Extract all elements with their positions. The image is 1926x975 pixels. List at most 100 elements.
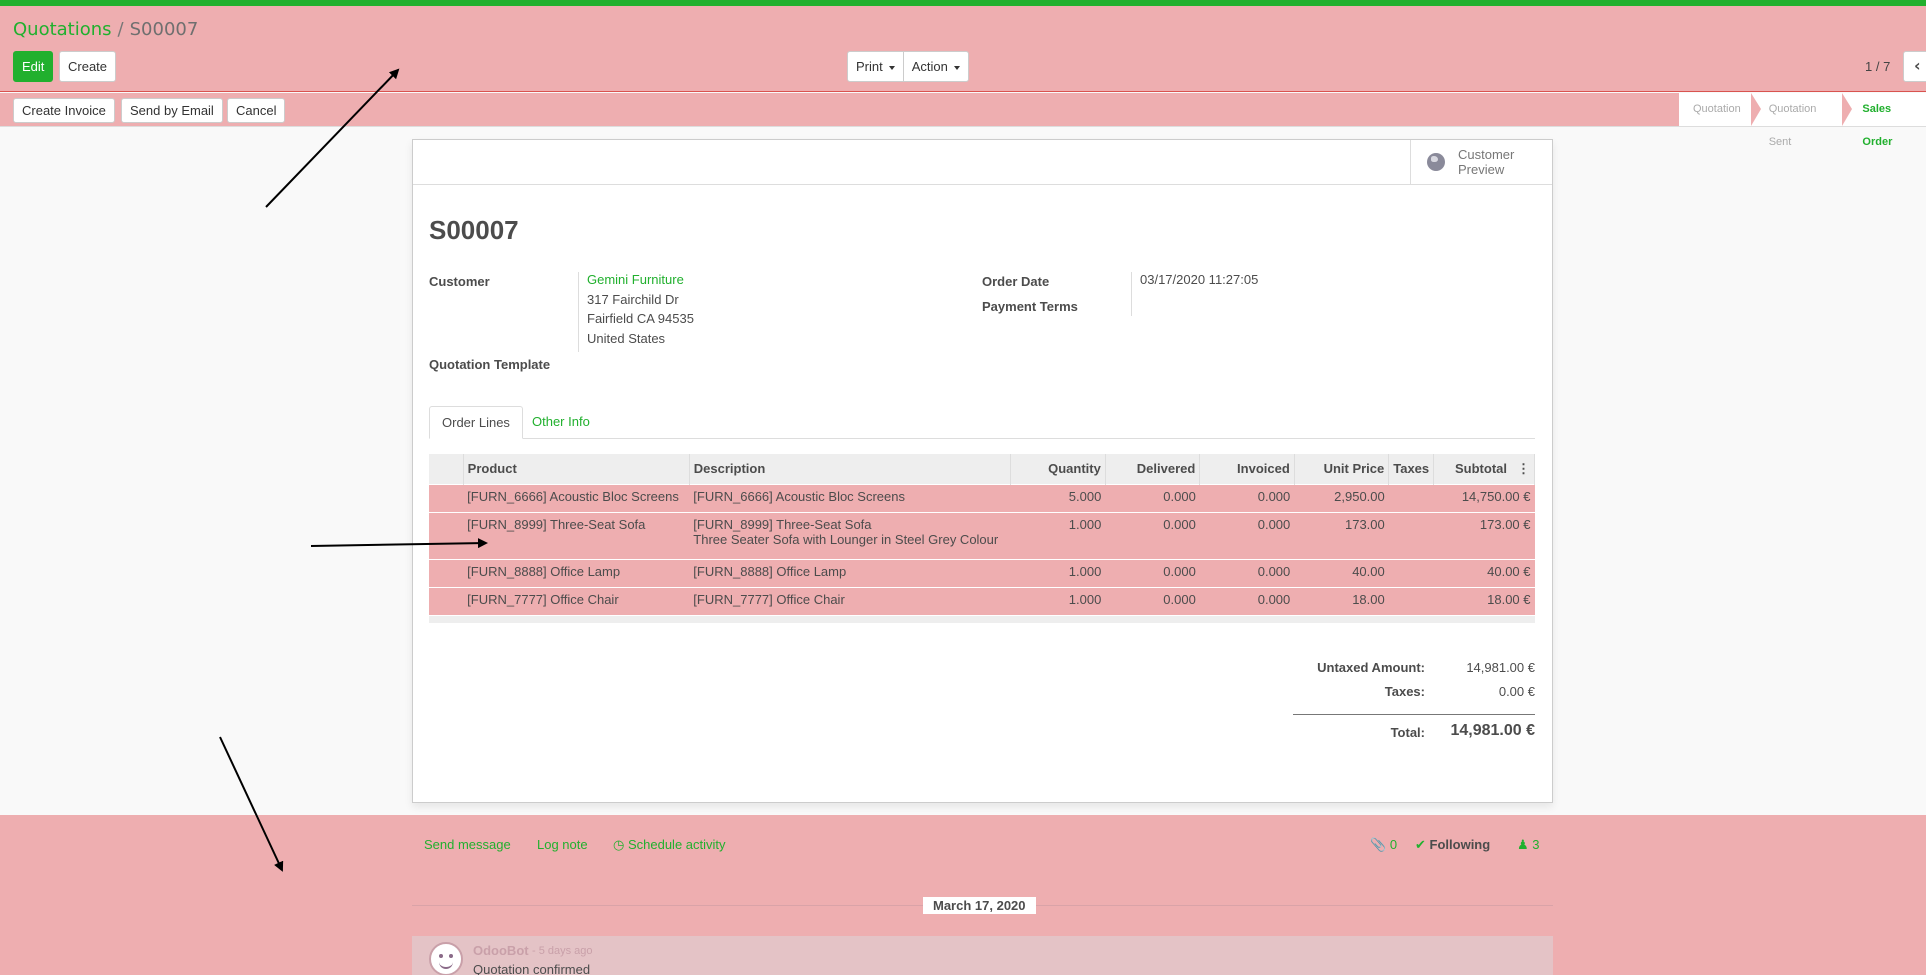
cell-unit-price: 40.00 (1294, 558, 1389, 587)
check-icon: ✔ (1415, 837, 1426, 852)
customer-label: Customer (429, 274, 490, 289)
cell-quantity: 1.000 (1010, 558, 1106, 587)
address-line-1: 317 Fairchild Dr (587, 291, 679, 307)
globe-icon (1427, 153, 1445, 171)
table-footer-row (429, 614, 1535, 623)
avatar (429, 942, 463, 975)
customer-address: Gemini Furniture 317 Fairchild Dr Fairfi… (587, 270, 694, 348)
total-label: Total: (1390, 725, 1425, 740)
breadcrumb-quotations-link[interactable]: Quotations (13, 19, 112, 40)
cell-taxes (1388, 483, 1434, 512)
col-description[interactable]: Description (689, 454, 1012, 484)
cell-product: [FURN_8999] Three-Seat Sofa (463, 511, 690, 559)
edit-button[interactable]: Edit (13, 51, 54, 82)
send-message-button[interactable]: Send message (424, 837, 511, 852)
user-icon: ♟ (1517, 837, 1529, 852)
col-unit-price[interactable]: Unit Price (1294, 454, 1390, 484)
cell-taxes (1388, 586, 1434, 615)
following-label: Following (1429, 837, 1491, 852)
table-row[interactable]: [FURN_6666] Acoustic Bloc Screens [FURN_… (429, 483, 1535, 512)
stage-quotation[interactable]: Quotation (1679, 93, 1761, 126)
tab-other-info[interactable]: Other Info (520, 406, 602, 439)
column-options-icon[interactable]: ⋮ (1517, 461, 1530, 476)
stage-sales-order[interactable]: Sales Order (1842, 93, 1926, 148)
col-product[interactable]: Product (463, 454, 690, 484)
stage-quotation-sent[interactable]: Quotation Sent (1750, 93, 1853, 148)
customer-preview-button[interactable]: Customer Preview (1410, 140, 1552, 184)
schedule-activity-button[interactable]: ◷ Schedule activity (613, 837, 726, 853)
cell-quantity: 1.000 (1010, 511, 1106, 559)
followers-button[interactable]: ♟ 3 (1517, 837, 1540, 853)
cell-delivered: 0.000 (1105, 558, 1200, 587)
caret-down-icon (888, 65, 895, 70)
date-badge: March 17, 2020 (923, 897, 1036, 914)
address-line-3: United States (587, 330, 666, 346)
col-quantity[interactable]: Quantity (1010, 454, 1106, 484)
cell-subtotal: 14,750.00 € (1433, 483, 1535, 512)
cell-unit-price: 2,950.00 (1294, 483, 1389, 512)
attachments-count: 0 (1389, 837, 1398, 852)
col-taxes[interactable]: Taxes (1388, 454, 1435, 484)
print-dropdown[interactable]: Print (847, 51, 904, 82)
form-sheet: Customer Preview S00007 Customer Gemini F… (412, 139, 1553, 803)
table-row[interactable]: [FURN_8999] Three-Seat Sofa [FURN_8999] … (429, 511, 1535, 559)
col-subtotal-label: Subtotal (1455, 460, 1507, 476)
following-button[interactable]: ✔ Following (1415, 837, 1490, 853)
pager-value[interactable]: 1 / 7 (1865, 59, 1890, 74)
row-handle (429, 511, 464, 559)
table-row[interactable]: [FURN_8888] Office Lamp [FURN_8888] Offi… (429, 558, 1535, 587)
col-delivered[interactable]: Delivered (1105, 454, 1201, 484)
create-button[interactable]: Create (59, 51, 117, 82)
preview-label-line2: Preview (1458, 162, 1505, 177)
paperclip-icon: 📎 (1370, 837, 1387, 852)
taxes-row: Taxes: 0.00 € (1293, 684, 1535, 708)
taxes-value: 0.00 € (1498, 684, 1535, 699)
handle-column (429, 454, 464, 484)
pager-previous-button[interactable]: ‹ (1903, 51, 1926, 82)
cell-quantity: 5.000 (1010, 483, 1106, 512)
totals-block: Untaxed Amount: 14,981.00 € Taxes: 0.00 … (1293, 660, 1535, 746)
attachments-button[interactable]: 📎 0 (1370, 837, 1397, 853)
cancel-button[interactable]: Cancel (227, 98, 286, 123)
address-line-2: Fairfield CA 94535 (587, 311, 694, 326)
col-invoiced[interactable]: Invoiced (1199, 454, 1295, 484)
tab-order-lines[interactable]: Order Lines (429, 406, 523, 439)
message-body: Quotation confirmed (473, 962, 591, 975)
cell-invoiced: 0.000 (1199, 586, 1295, 615)
table-row[interactable]: [FURN_7777] Office Chair [FURN_7777] Off… (429, 586, 1535, 615)
cell-subtotal: 173.00 € (1433, 511, 1535, 559)
create-invoice-button[interactable]: Create Invoice (13, 98, 115, 123)
action-dropdown[interactable]: Action (903, 51, 969, 82)
notebook-tabs: Order Lines Other Info (429, 406, 1535, 439)
cell-subtotal: 18.00 € (1433, 586, 1535, 615)
table-footer (429, 614, 1535, 623)
log-note-button[interactable]: Log note (537, 837, 588, 852)
control-panel: Quotations / S00007 Edit Create Print Acti… (0, 6, 1926, 92)
customer-link[interactable]: Gemini Furniture (587, 272, 684, 287)
cell-invoiced: 0.000 (1199, 511, 1295, 559)
chatter-message: OdooBot - 5 days ago Quotation confirmed (412, 936, 1553, 975)
cell-subtotal: 40.00 € (1433, 558, 1535, 587)
record-title: S00007 (429, 215, 519, 245)
send-by-email-button[interactable]: Send by Email (121, 98, 223, 123)
chatter: Send message Log note ◷ Schedule activit… (0, 815, 1926, 975)
cell-product: [FURN_8888] Office Lamp (463, 558, 690, 587)
sheet-button-box: Customer Preview (413, 140, 1552, 185)
description-line-2: Three Seater Sofa with Lounger in Steel … (693, 531, 999, 547)
cell-delivered: 0.000 (1105, 511, 1200, 559)
chatter-topbar: Send message Log note ◷ Schedule activit… (412, 833, 1553, 857)
cell-description: [FURN_8999] Three-Seat Sofa Three Seater … (689, 511, 1011, 559)
cell-description: [FURN_8888] Office Lamp (689, 558, 1011, 587)
status-stages: Quotation Quotation Sent Sales Order (1679, 93, 1926, 148)
print-action-group: Print Action (847, 51, 969, 82)
row-handle (429, 586, 464, 615)
description-line-1: [FURN_8999] Three-Seat Sofa (693, 516, 872, 532)
col-subtotal[interactable]: Subtotal ⋮ (1433, 454, 1535, 484)
statusbar: Create Invoice Send by Email Cancel Quot… (0, 93, 1926, 148)
cell-product: [FURN_7777] Office Chair (463, 586, 690, 615)
message-author[interactable]: OdooBot (473, 943, 529, 958)
cell-product: [FURN_6666] Acoustic Bloc Screens (463, 483, 690, 512)
schedule-activity-label: Schedule activity (627, 837, 726, 852)
taxes-label: Taxes: (1384, 684, 1425, 699)
field-separator (1131, 272, 1132, 316)
